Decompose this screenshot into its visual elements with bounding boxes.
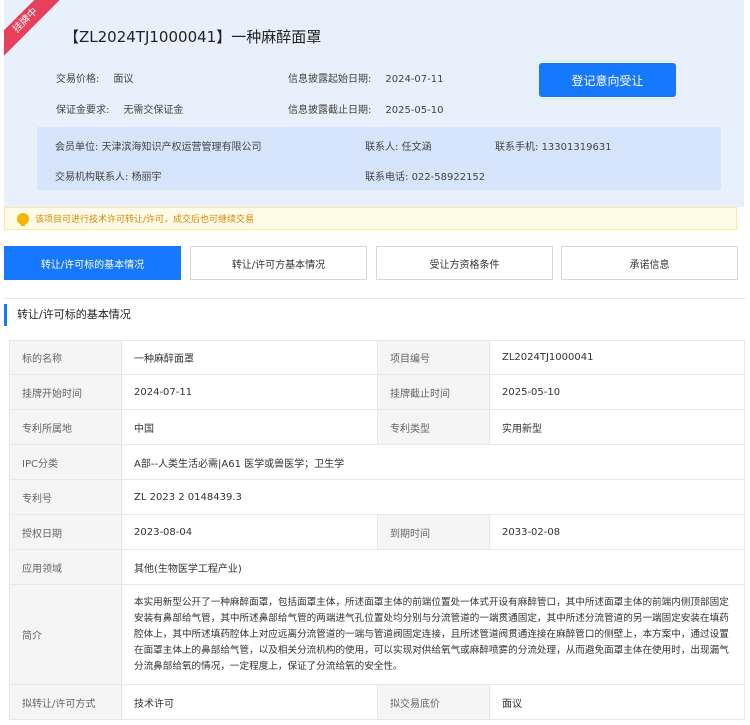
- base-price-label: 拟交易底价: [377, 684, 490, 720]
- intro-value: 本实用新型公开了一种麻醉面罩，包括面罩主体，所述面罩主体的前端位置处一体式开设有…: [121, 584, 745, 685]
- contact-person: 联系人: 任文涵: [365, 138, 432, 153]
- agency-contact-value: 杨丽宇: [131, 172, 162, 183]
- deposit-value: 无需交保证金: [123, 105, 184, 116]
- disclosure-end-info: 信息披露截止日期: 2025-05-10: [288, 101, 444, 116]
- status-ribbon-label: 挂牌中: [4, 0, 61, 56]
- contact-person-label: 联系人:: [365, 142, 399, 153]
- contact-phone-value: 022-58922152: [411, 172, 486, 183]
- section-divider: [4, 298, 746, 299]
- patent-number-value: ZL 2023 2 0148439.3: [121, 479, 745, 515]
- transfer-method-value: 技术许可: [121, 684, 378, 720]
- listing-end-label: 挂牌截止时间: [377, 374, 490, 410]
- disclosure-end-label: 信息披露截止日期:: [288, 105, 372, 116]
- listing-start-value: 2024-07-11: [121, 374, 378, 410]
- contact-panel: 会员单位: 天津滨海知识产权运营管理有限公司 联系人: 任文涵 联系手机: 13…: [37, 127, 721, 190]
- application-field-value: 其他(生物医学工程产业): [121, 549, 745, 585]
- patent-type-label: 专利类型: [377, 409, 490, 445]
- table-row: 专利所属地 中国 专利类型 实用新型: [9, 409, 745, 445]
- project-number-label: 项目编号: [377, 340, 490, 375]
- ipc-value: A部--人类生活必需|A61 医学或兽医学；卫生学: [121, 444, 745, 480]
- ipc-label: IPC分类: [9, 444, 122, 480]
- patent-location-label: 专利所属地: [9, 409, 122, 445]
- detail-table: 标的名称 一种麻醉面罩 项目编号 ZL2024TJ1000041 挂牌开始时间 …: [9, 340, 745, 720]
- application-field-label: 应用领域: [9, 549, 122, 585]
- table-row: 挂牌开始时间 2024-07-11 挂牌截止时间 2025-05-10: [9, 374, 745, 410]
- transfer-method-label: 拟转让/许可方式: [9, 684, 122, 720]
- patent-location-value: 中国: [121, 409, 378, 445]
- grant-date-value: 2023-08-04: [121, 514, 378, 550]
- tab-transferee-qualifications[interactable]: 受让方资格条件: [376, 246, 553, 280]
- base-price-value: 面议: [489, 684, 745, 720]
- page-title: 【ZL2024TJ1000041】一种麻醉面罩: [64, 28, 322, 46]
- notice-bar: 该项目可进行技术许可转让/许可，成交后也可继续交易: [4, 207, 737, 230]
- deposit-label: 保证金要求:: [56, 105, 110, 116]
- lightbulb-icon: [17, 212, 29, 226]
- contact-phone: 联系电话: 022-58922152: [365, 168, 485, 183]
- table-row: 授权日期 2023-08-04 到期时间 2033-02-08: [9, 514, 745, 550]
- member-unit-label: 会员单位:: [55, 142, 99, 153]
- price-label: 交易价格:: [56, 74, 100, 85]
- tab-commitment-info[interactable]: 承诺信息: [561, 246, 738, 280]
- contact-person-value: 任文涵: [401, 142, 432, 153]
- listing-end-value: 2025-05-10: [489, 374, 745, 410]
- contact-phone-label: 联系电话:: [365, 172, 409, 183]
- project-number-value: ZL2024TJ1000041: [489, 340, 745, 375]
- register-intent-button[interactable]: 登记意向受让: [539, 63, 676, 97]
- subject-name-value: 一种麻醉面罩: [121, 340, 378, 375]
- contact-mobile-value: 13301319631: [541, 142, 612, 153]
- contact-mobile: 联系手机: 13301319631: [495, 138, 612, 153]
- table-row: 专利号 ZL 2023 2 0148439.3: [9, 479, 745, 515]
- disclosure-start-info: 信息披露起始日期: 2024-07-11: [288, 70, 444, 85]
- agency-contact: 交易机构联系人: 杨丽宇: [55, 168, 162, 183]
- tab-bar: 转让/许可标的基本情况 转让/许可方基本情况 受让方资格条件 承诺信息: [4, 246, 746, 282]
- tab-transferor-basic-info[interactable]: 转让/许可方基本情况: [190, 246, 367, 280]
- project-header: 挂牌中 【ZL2024TJ1000041】一种麻醉面罩 交易价格: 面议 保证金要…: [4, 0, 744, 207]
- member-unit: 会员单位: 天津滨海知识产权运营管理有限公司: [55, 138, 262, 153]
- tab-subject-basic-info[interactable]: 转让/许可标的基本情况: [4, 246, 181, 280]
- subject-name-label: 标的名称: [9, 340, 122, 375]
- intro-label: 简介: [9, 584, 122, 685]
- notice-text: 该项目可进行技术许可转让/许可，成交后也可继续交易: [35, 215, 255, 225]
- patent-type-value: 实用新型: [489, 409, 745, 445]
- disclosure-start-value: 2024-07-11: [385, 74, 444, 85]
- patent-number-label: 专利号: [9, 479, 122, 515]
- table-row: IPC分类 A部--人类生活必需|A61 医学或兽医学；卫生学: [9, 444, 745, 480]
- price-value: 面议: [113, 74, 134, 85]
- listing-start-label: 挂牌开始时间: [9, 374, 122, 410]
- disclosure-end-value: 2025-05-10: [385, 105, 444, 116]
- deposit-info: 保证金要求: 无需交保证金: [56, 101, 183, 116]
- table-row: 简介 本实用新型公开了一种麻醉面罩，包括面罩主体，所述面罩主体的前端位置处一体式…: [9, 584, 745, 685]
- contact-mobile-label: 联系手机:: [495, 142, 539, 153]
- member-unit-value: 天津滨海知识产权运营管理有限公司: [101, 142, 262, 153]
- disclosure-start-label: 信息披露起始日期:: [288, 74, 372, 85]
- table-row: 拟转让/许可方式 技术许可 拟交易底价 面议: [9, 684, 745, 720]
- price-info: 交易价格: 面议: [56, 70, 133, 85]
- status-ribbon: 挂牌中: [4, 0, 64, 60]
- expiry-date-value: 2033-02-08: [489, 514, 745, 550]
- expiry-date-label: 到期时间: [377, 514, 490, 550]
- section-title: 转让/许可标的基本情况: [4, 304, 131, 326]
- grant-date-label: 授权日期: [9, 514, 122, 550]
- agency-contact-label: 交易机构联系人:: [55, 172, 129, 183]
- table-row: 标的名称 一种麻醉面罩 项目编号 ZL2024TJ1000041: [9, 340, 745, 375]
- table-row: 应用领域 其他(生物医学工程产业): [9, 549, 745, 585]
